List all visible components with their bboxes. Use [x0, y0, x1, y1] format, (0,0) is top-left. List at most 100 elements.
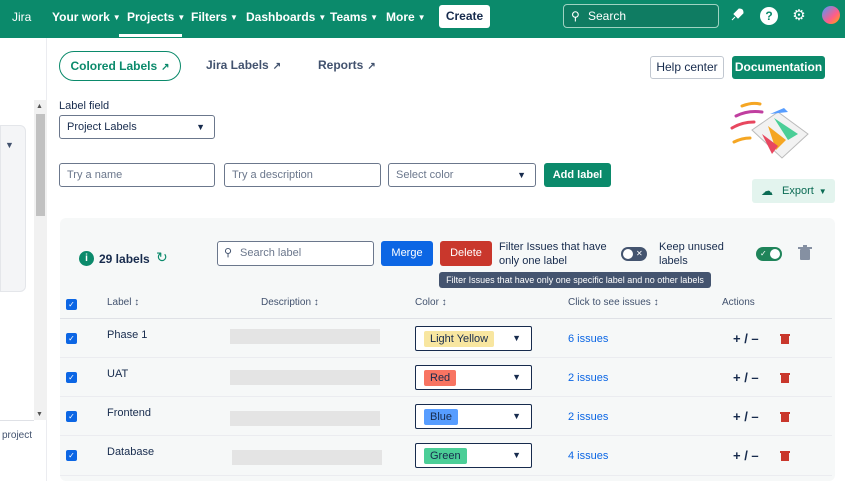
jira-brand[interactable]: Jira — [12, 0, 31, 34]
row-issues-link[interactable]: 6 issues — [568, 333, 608, 345]
row-description[interactable] — [230, 329, 380, 344]
chevron-down-icon: ▼ — [112, 13, 121, 22]
scroll-down-arrow[interactable]: ▼ — [36, 411, 43, 418]
tab-jira-labels[interactable]: Jira Labels ↗ — [206, 58, 281, 72]
merge-button[interactable]: Merge — [381, 241, 433, 266]
info-icon: i — [79, 251, 94, 266]
color-select[interactable]: Select color ▼ — [388, 163, 536, 187]
rocket-icon[interactable] — [728, 7, 746, 25]
close-icon: ✕ — [636, 249, 643, 258]
trash-icon[interactable] — [798, 245, 812, 261]
chevron-down-icon: ▼ — [512, 372, 521, 382]
search-label-input[interactable]: ⚲ Search label — [217, 241, 374, 266]
select-all-checkbox[interactable]: ✓ — [66, 299, 77, 310]
row-add-remove-actions[interactable]: + / – — [733, 409, 759, 424]
header-issues[interactable]: Click to see issues ↕ — [568, 297, 659, 308]
global-search-placeholder: Search — [588, 9, 627, 23]
cloud-upload-icon: ☁ — [761, 184, 773, 198]
filter-issues-label: Filter Issues that have only one label — [499, 241, 607, 267]
labels-count: 29 labels — [99, 252, 150, 266]
name-input[interactable]: Try a name — [59, 163, 215, 187]
nav-filters[interactable]: Filters ▼ — [191, 0, 238, 34]
tab-jira-labels-label: Jira Labels — [206, 58, 269, 72]
nav-your-work-label: Your work — [52, 10, 110, 24]
scrollbar-thumb[interactable] — [36, 114, 45, 216]
external-link-icon: ↗ — [367, 61, 376, 72]
header-color[interactable]: Color ↕ — [415, 297, 447, 308]
trash-icon[interactable] — [780, 333, 790, 344]
row-issues-link[interactable]: 2 issues — [568, 411, 608, 423]
nav-filters-label: Filters — [191, 10, 228, 24]
row-checkbox[interactable]: ✓ — [66, 450, 77, 461]
chevron-down-icon: ▼ — [417, 13, 426, 22]
label-field-value: Project Labels — [67, 121, 137, 133]
help-icon[interactable]: ? — [760, 7, 778, 25]
global-search-input[interactable]: ⚲ Search — [563, 4, 719, 28]
chevron-down-icon: ▼ — [512, 411, 521, 421]
row-add-remove-actions[interactable]: + / – — [733, 370, 759, 385]
row-issues-link[interactable]: 2 issues — [568, 372, 608, 384]
row-checkbox[interactable]: ✓ — [66, 333, 77, 344]
row-description[interactable] — [230, 370, 380, 385]
row-checkbox[interactable]: ✓ — [66, 372, 77, 383]
row-description[interactable] — [230, 411, 380, 426]
row-add-remove-actions[interactable]: + / – — [733, 448, 759, 463]
label-field-select[interactable]: Project Labels ▼ — [59, 115, 215, 139]
trash-icon[interactable] — [780, 411, 790, 422]
row-checkbox[interactable]: ✓ — [66, 411, 77, 422]
chevron-down-icon[interactable]: ▼ — [5, 140, 14, 150]
add-label-button[interactable]: Add label — [544, 163, 611, 187]
scroll-up-arrow[interactable]: ▲ — [36, 103, 43, 110]
search-icon: ⚲ — [571, 9, 580, 23]
nav-projects[interactable]: Projects ▼ — [127, 0, 185, 34]
divider — [60, 475, 832, 476]
create-button[interactable]: Create — [439, 5, 490, 28]
nav-dashboards-label: Dashboards — [246, 10, 316, 24]
row-color-select[interactable]: Blue ▼ — [415, 404, 532, 429]
tab-reports-label: Reports — [318, 58, 364, 72]
tab-reports[interactable]: Reports ↗ — [318, 58, 376, 72]
chevron-down-icon: ▼ — [370, 13, 379, 22]
nav-teams[interactable]: Teams ▼ — [330, 0, 378, 34]
row-color-select[interactable]: Green ▼ — [415, 443, 532, 468]
nav-your-work[interactable]: Your work ▼ — [52, 0, 121, 34]
active-nav-indicator — [119, 34, 182, 37]
row-label-name: Database — [107, 446, 155, 458]
keep-unused-label: Keep unused labels — [659, 241, 724, 267]
project-text: project — [2, 430, 33, 441]
nav-more[interactable]: More ▼ — [386, 0, 426, 34]
keep-unused-toggle[interactable]: ✓ — [756, 247, 782, 261]
help-center-button[interactable]: Help center — [650, 56, 724, 79]
header-actions: Actions — [722, 297, 755, 308]
row-description[interactable] — [232, 450, 382, 465]
nav-dashboards[interactable]: Dashboards ▼ — [246, 0, 326, 34]
description-input[interactable]: Try a description — [224, 163, 381, 187]
trash-icon[interactable] — [780, 372, 790, 383]
chevron-down-icon: ▼ — [818, 187, 827, 196]
export-button[interactable]: ☁ Export ▼ — [752, 179, 835, 203]
tab-colored-labels[interactable]: Colored Labels ↗ — [59, 51, 181, 81]
row-issues-link[interactable]: 4 issues — [568, 450, 608, 462]
color-chip: Red — [424, 370, 457, 386]
nav-more-label: More — [386, 10, 415, 24]
gear-icon[interactable]: ⚙ — [790, 7, 808, 25]
row-label-name: UAT — [107, 368, 129, 380]
row-label-name: Frontend — [107, 407, 152, 419]
header-label[interactable]: Label ↕ — [107, 297, 139, 308]
avatar[interactable] — [822, 6, 840, 24]
delete-button[interactable]: Delete — [440, 241, 492, 266]
external-link-icon: ↗ — [272, 61, 282, 72]
color-select-placeholder: Select color — [396, 169, 454, 181]
chevron-down-icon: ▼ — [230, 13, 238, 22]
chevron-down-icon: ▼ — [512, 450, 521, 460]
row-color-select[interactable]: Light Yellow ▼ — [415, 326, 532, 351]
row-add-remove-actions[interactable]: + / – — [733, 331, 759, 346]
header-description[interactable]: Description ↕ — [261, 297, 319, 308]
row-color-select[interactable]: Red ▼ — [415, 365, 532, 390]
filter-issues-toggle[interactable]: ✕ — [621, 247, 647, 261]
export-label: Export — [782, 185, 814, 197]
divider — [60, 396, 832, 397]
trash-icon[interactable] — [780, 450, 790, 461]
refresh-icon[interactable]: ↻ — [156, 249, 168, 266]
documentation-button[interactable]: Documentation — [732, 56, 825, 79]
